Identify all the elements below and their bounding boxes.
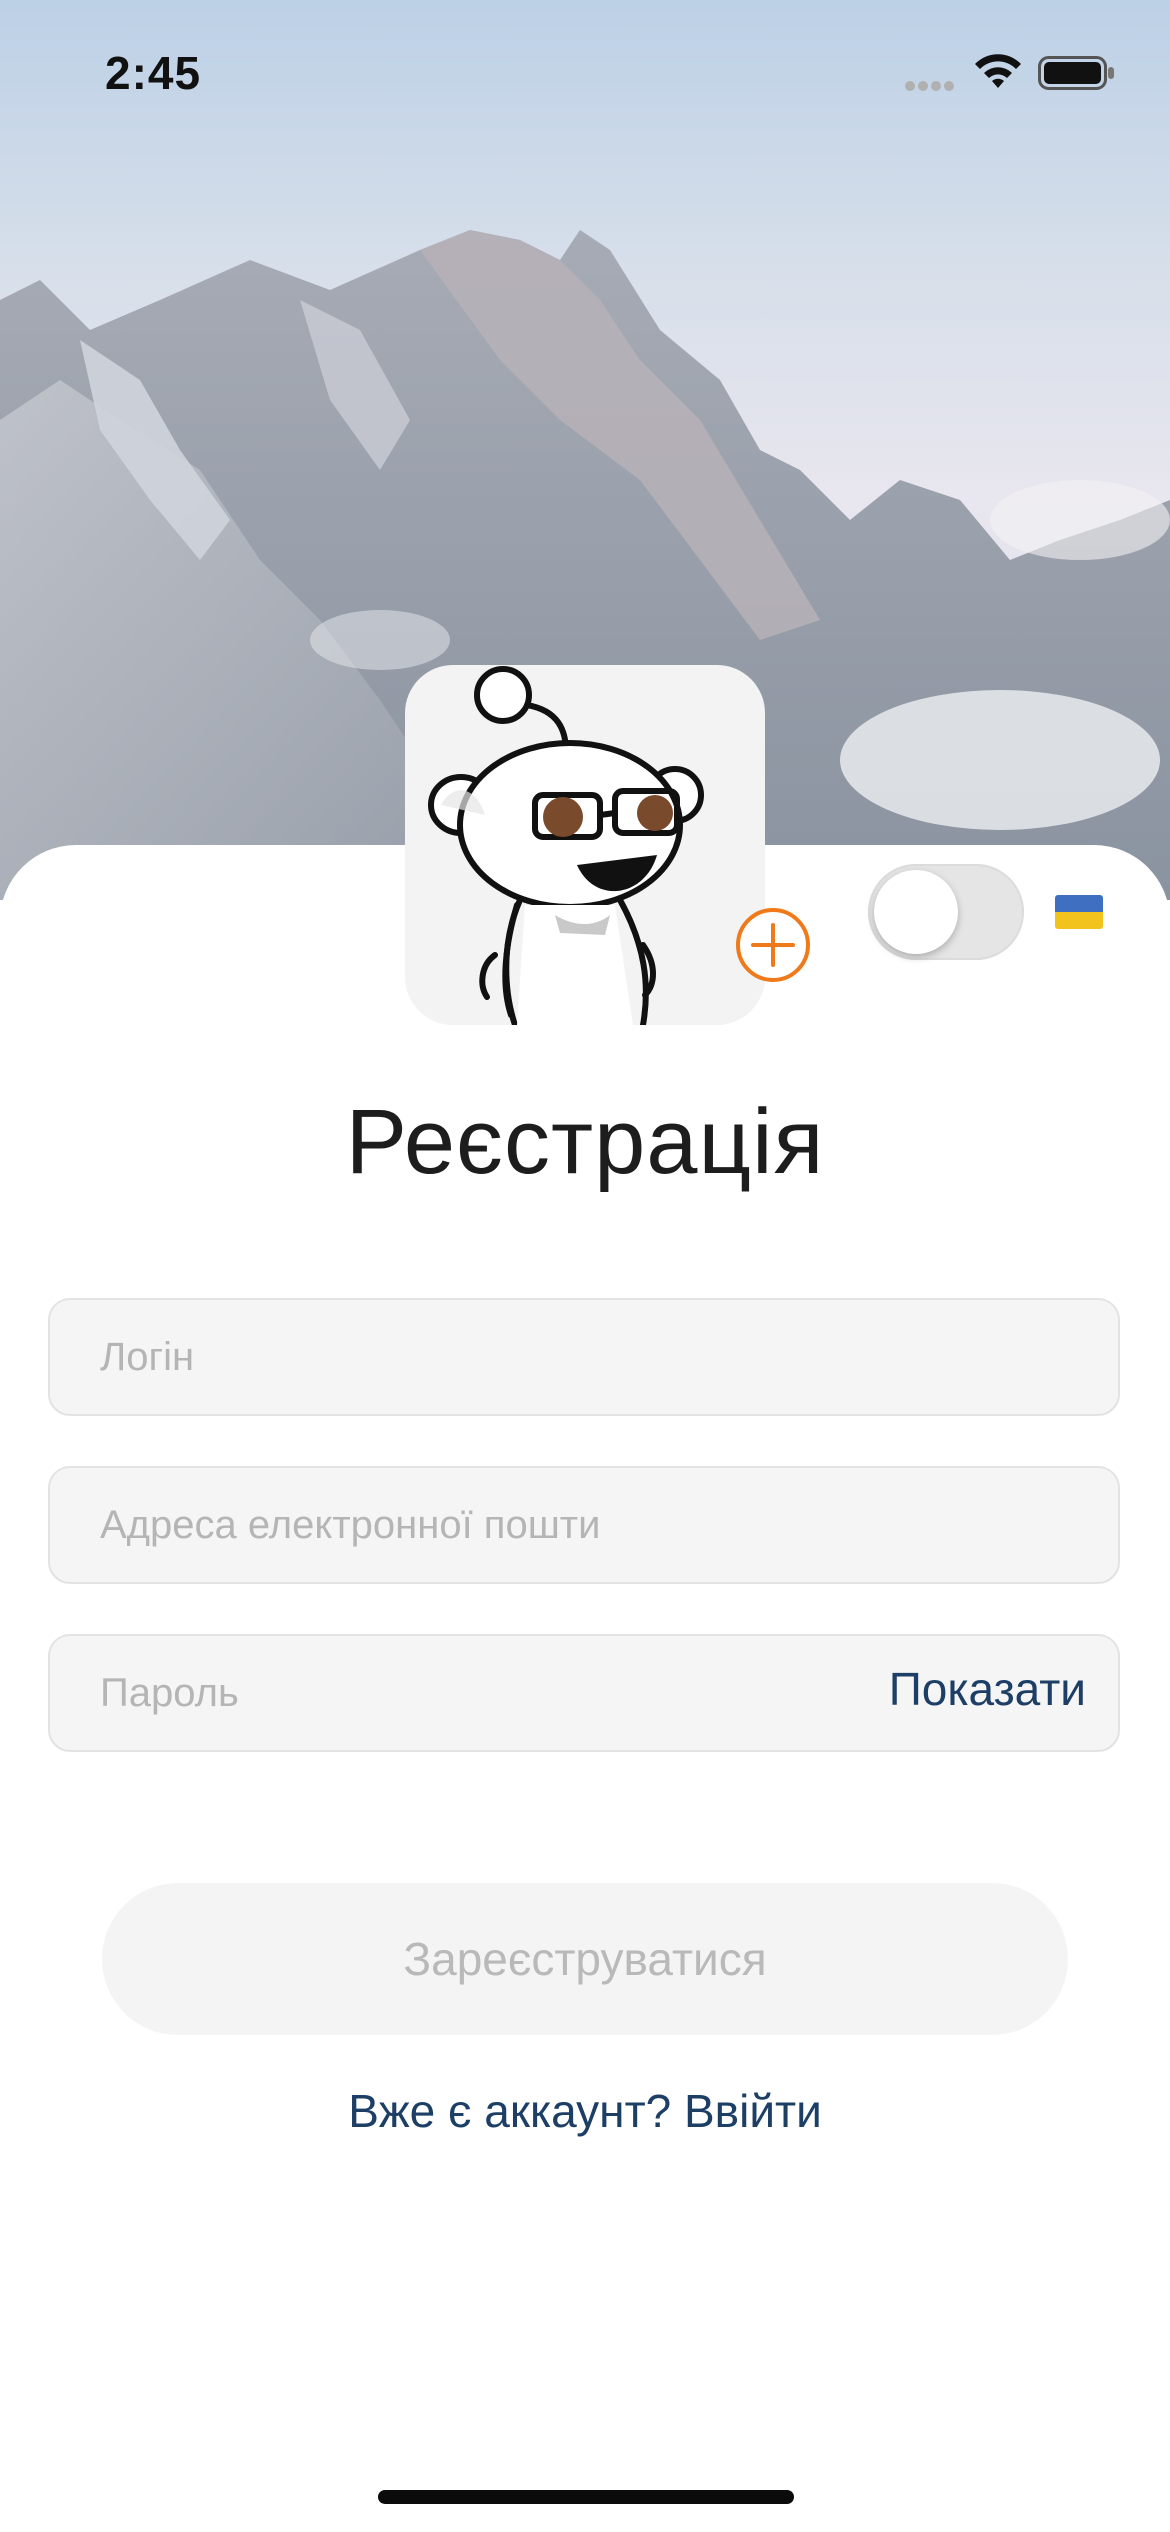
battery-icon	[1038, 56, 1114, 90]
avatar[interactable]	[405, 665, 765, 1025]
add-photo-icon[interactable]	[733, 905, 813, 985]
theme-toggle[interactable]	[868, 864, 1024, 960]
ukraine-flag-icon[interactable]	[1055, 895, 1103, 929]
email-input[interactable]	[50, 1468, 1118, 1582]
login-input[interactable]	[50, 1300, 1118, 1414]
email-field[interactable]	[48, 1466, 1120, 1584]
cellular-signal-icon	[905, 78, 957, 91]
reddit-snoo-avatar-icon	[428, 666, 704, 1025]
login-field[interactable]	[48, 1298, 1120, 1416]
toggle-knob	[874, 870, 958, 954]
home-indicator	[378, 2490, 794, 2504]
wifi-icon	[975, 54, 1021, 88]
status-bar: 2:45	[0, 0, 1170, 140]
login-link[interactable]: Вже є аккаунт? Ввійти	[0, 2084, 1170, 2138]
register-button[interactable]: Зареєструватися	[102, 1883, 1068, 2035]
show-password-button[interactable]: Показати	[889, 1662, 1086, 1716]
password-field[interactable]: Показати	[48, 1634, 1120, 1752]
page-title: Реєстрація	[345, 1091, 825, 1193]
status-time: 2:45	[105, 47, 202, 99]
